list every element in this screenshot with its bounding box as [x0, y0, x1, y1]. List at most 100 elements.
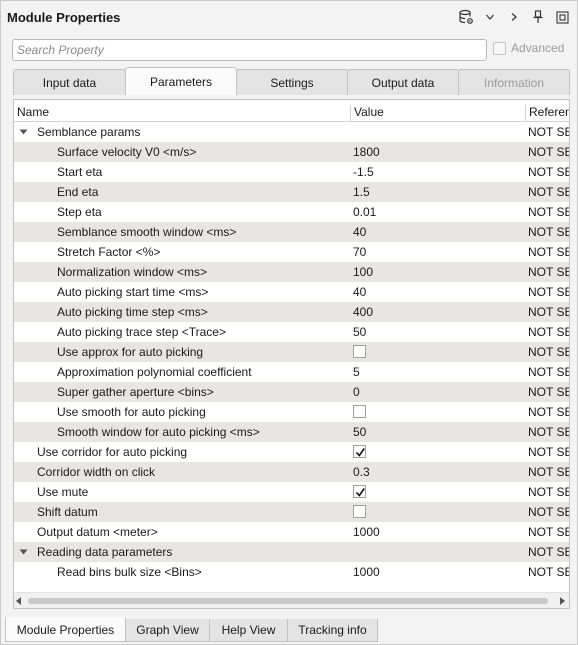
table-row[interactable]: End eta 1.5NOT SET: [14, 182, 569, 202]
tab-help-view[interactable]: Help View: [209, 619, 288, 642]
property-reference: NOT SET: [528, 185, 569, 199]
scroll-right-icon[interactable]: [559, 597, 565, 605]
advanced-toggle[interactable]: Advanced: [493, 41, 564, 55]
property-value[interactable]: 1800: [353, 142, 525, 162]
tab-settings[interactable]: Settings: [236, 69, 348, 95]
property-value[interactable]: 1000: [353, 522, 525, 542]
property-reference: NOT SET: [528, 545, 569, 559]
property-reference: NOT SET: [528, 125, 569, 139]
table-row[interactable]: Use smooth for auto picking NOT SET: [14, 402, 569, 422]
search-property-input[interactable]: [12, 39, 487, 61]
float-window-icon[interactable]: [553, 8, 571, 26]
property-value[interactable]: 50: [353, 422, 525, 442]
property-name: Semblance smooth window <ms>: [57, 225, 237, 239]
table-row[interactable]: Use mute NOT SET: [14, 482, 569, 502]
tab-tracking-info[interactable]: Tracking info: [287, 619, 378, 642]
property-reference: NOT SET: [528, 465, 569, 479]
property-name: Corridor width on click: [37, 465, 156, 479]
tab-information: Information: [458, 69, 570, 95]
table-group-row[interactable]: Reading data parameters NOT SET: [14, 542, 569, 562]
table-row[interactable]: Auto picking time step <ms> 400NOT SET: [14, 302, 569, 322]
tab-module-properties[interactable]: Module Properties: [5, 617, 126, 642]
property-tabs: Input data Parameters Settings Output da…: [13, 67, 570, 95]
pin-icon[interactable]: [529, 8, 547, 26]
property-value[interactable]: 0.3: [353, 462, 525, 482]
property-value[interactable]: 1.5: [353, 182, 525, 202]
table-row[interactable]: Super gather aperture <bins> 0NOT SET: [14, 382, 569, 402]
value-checkbox[interactable]: [353, 345, 366, 358]
table-row[interactable]: Auto picking trace step <Trace> 50NOT SET: [14, 322, 569, 342]
property-value[interactable]: 100: [353, 262, 525, 282]
chevron-right-icon[interactable]: [505, 8, 523, 26]
table-row[interactable]: Output datum <meter> 1000NOT SET: [14, 522, 569, 542]
column-header-name[interactable]: Name: [14, 103, 350, 122]
property-name: Reading data parameters: [37, 545, 173, 559]
database-settings-icon[interactable]: [457, 8, 475, 26]
property-value[interactable]: 1000: [353, 562, 525, 582]
table-row[interactable]: Corridor width on click 0.3NOT SET: [14, 462, 569, 482]
table-row[interactable]: Semblance smooth window <ms> 40NOT SET: [14, 222, 569, 242]
property-reference: NOT SET: [528, 225, 569, 239]
property-name: Normalization window <ms>: [57, 265, 208, 279]
property-reference: NOT SET: [528, 245, 569, 259]
property-value[interactable]: 400: [353, 302, 525, 322]
table-row[interactable]: Auto picking start time <ms> 40NOT SET: [14, 282, 569, 302]
table-group-row[interactable]: Semblance params NOT SET: [14, 122, 569, 142]
table-row[interactable]: Use corridor for auto picking NOT SET: [14, 442, 569, 462]
expand-arrow-icon[interactable]: [19, 128, 28, 136]
advanced-label: Advanced: [511, 41, 565, 55]
value-checkbox[interactable]: [353, 445, 366, 458]
table-row[interactable]: Use approx for auto picking NOT SET: [14, 342, 569, 362]
property-reference: NOT SET: [528, 365, 569, 379]
chevron-down-icon[interactable]: [481, 8, 499, 26]
property-reference: NOT SET: [528, 285, 569, 299]
scrollbar-thumb[interactable]: [28, 598, 548, 604]
module-properties-window: Module Properties Search Property Advanc…: [0, 0, 578, 645]
table-row[interactable]: Normalization window <ms> 100NOT SET: [14, 262, 569, 282]
tab-graph-view[interactable]: Graph View: [125, 619, 210, 642]
table-row[interactable]: Step eta 0.01NOT SET: [14, 202, 569, 222]
tab-parameters[interactable]: Parameters: [125, 67, 237, 95]
value-checkbox[interactable]: [353, 485, 366, 498]
property-value[interactable]: 0: [353, 382, 525, 402]
expand-arrow-icon[interactable]: [19, 548, 28, 556]
property-reference: NOT SET: [528, 445, 569, 459]
property-value[interactable]: 5: [353, 362, 525, 382]
bottom-tabs: Module Properties Graph View Help View T…: [5, 617, 378, 643]
table-row[interactable]: Read bins bulk size <Bins> 1000NOT SET: [14, 562, 569, 582]
property-value[interactable]: 0.01: [353, 202, 525, 222]
property-name: Read bins bulk size <Bins>: [57, 565, 202, 579]
property-value[interactable]: 40: [353, 222, 525, 242]
property-value[interactable]: 50: [353, 322, 525, 342]
property-reference: NOT SET: [528, 345, 569, 359]
checkmark-icon: [355, 488, 365, 497]
value-checkbox[interactable]: [353, 405, 366, 418]
property-reference: NOT SET: [528, 145, 569, 159]
property-name: Smooth window for auto picking <ms>: [57, 425, 260, 439]
property-reference: NOT SET: [528, 425, 569, 439]
property-value[interactable]: 40: [353, 282, 525, 302]
column-header-reference[interactable]: Referen: [526, 103, 569, 122]
table-row[interactable]: Start eta -1.5NOT SET: [14, 162, 569, 182]
property-value[interactable]: -1.5: [353, 162, 525, 182]
table-row[interactable]: Shift datum NOT SET: [14, 502, 569, 522]
tab-output-data[interactable]: Output data: [347, 69, 459, 95]
property-value[interactable]: 70: [353, 242, 525, 262]
scroll-left-icon[interactable]: [16, 597, 22, 605]
table-row[interactable]: Smooth window for auto picking <ms> 50 NOT…: [14, 422, 569, 442]
checkmark-icon: [355, 448, 365, 457]
property-reference: NOT SET: [528, 405, 569, 419]
table-row[interactable]: Approximation polynomial coefficient 5 NOT…: [14, 362, 569, 382]
property-reference: NOT SET: [528, 205, 569, 219]
property-reference: NOT SET: [528, 325, 569, 339]
advanced-checkbox[interactable]: [493, 41, 506, 55]
column-header-value[interactable]: Value: [351, 103, 526, 122]
horizontal-scrollbar[interactable]: [14, 592, 569, 608]
property-name: Use corridor for auto picking: [37, 445, 188, 459]
value-checkbox[interactable]: [353, 505, 366, 518]
tab-input-data[interactable]: Input data: [13, 69, 126, 95]
table-body: Semblance paramsNOT SETSurface velocity …: [14, 122, 569, 592]
table-row[interactable]: Surface velocity V0 <m/s> 1800NOT SET: [14, 142, 569, 162]
property-name: Use approx for auto picking: [57, 345, 204, 359]
table-row[interactable]: Stretch Factor <%> 70NOT SET: [14, 242, 569, 262]
